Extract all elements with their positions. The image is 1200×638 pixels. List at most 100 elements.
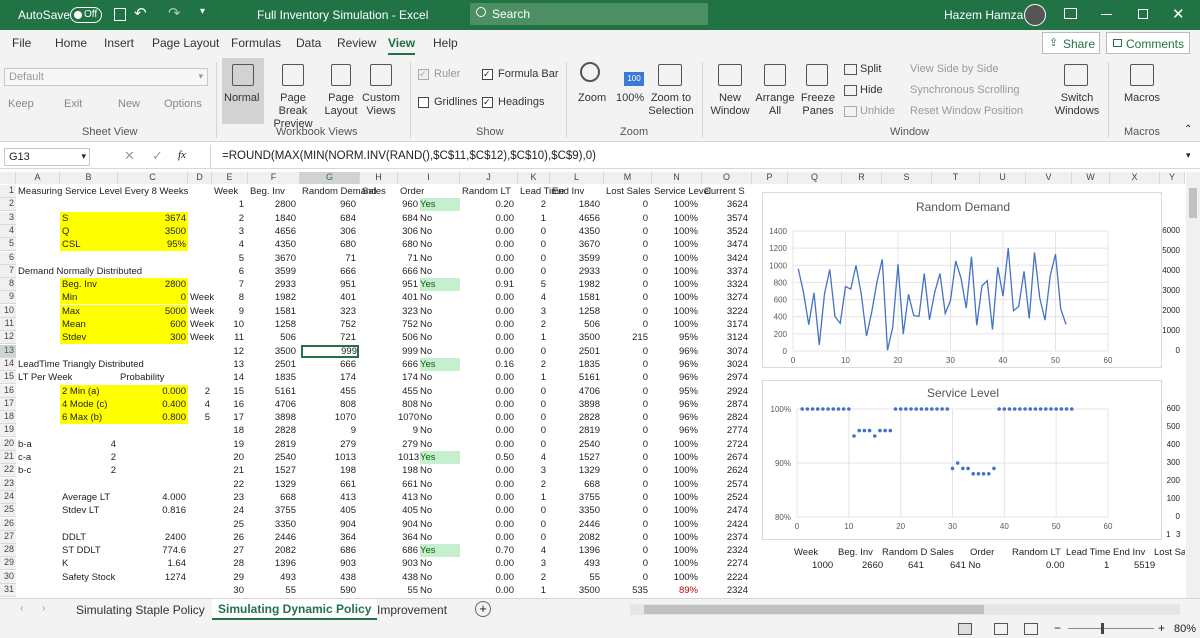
table-cell[interactable]: 3274 [702, 291, 748, 304]
summary-value[interactable]: 1 [1104, 559, 1109, 572]
column-header-d[interactable]: D [188, 172, 212, 184]
table-cell[interactable]: 100% [652, 252, 698, 265]
parameter-cell[interactable]: 3500 [118, 224, 188, 238]
table-cell[interactable]: 19 [212, 438, 244, 451]
table-cell[interactable]: 96% [652, 424, 698, 437]
table-cell[interactable]: 0 [604, 398, 648, 411]
row-header[interactable]: 27 [0, 530, 16, 544]
row-header[interactable]: 30 [0, 570, 16, 584]
zoom-out-icon[interactable]: − [1054, 621, 1061, 635]
table-cell[interactable]: 3624 [702, 198, 748, 211]
table-cell[interactable]: 2 [518, 198, 546, 211]
tab-file[interactable]: File [12, 36, 31, 50]
table-cell[interactable]: 506 [398, 331, 418, 344]
table-cell[interactable]: 3224 [702, 305, 748, 318]
hide-label[interactable]: Hide [860, 84, 883, 96]
table-cell[interactable]: 4706 [248, 398, 296, 411]
table-cell[interactable]: 7 [212, 278, 244, 291]
table-cell[interactable]: 15 [212, 385, 244, 398]
summary-value[interactable]: 5519 [1134, 559, 1155, 572]
table-cell[interactable]: 4350 [248, 238, 296, 251]
parameter-cell[interactable]: 300 [118, 331, 188, 345]
table-cell[interactable]: 100% [652, 305, 698, 318]
share-button[interactable]: ⇪ Share [1042, 32, 1100, 54]
parameter-cell[interactable]: 4 Mode (c) [60, 397, 118, 411]
table-header[interactable]: Week [214, 185, 238, 198]
table-cell[interactable]: 3024 [702, 358, 748, 371]
table-cell[interactable]: 438 [300, 571, 356, 584]
table-cell[interactable]: 0 [518, 225, 546, 238]
row-header[interactable]: 23 [0, 477, 16, 491]
table-cell[interactable]: 0.00 [460, 398, 515, 411]
row-header[interactable]: 14 [0, 357, 16, 371]
table-cell[interactable]: 808 [398, 398, 418, 411]
table-cell[interactable]: 2 [518, 318, 546, 331]
table-cell[interactable]: 2082 [248, 544, 296, 557]
table-cell[interactable]: 1 [212, 198, 244, 211]
table-cell[interactable]: 684 [300, 212, 356, 225]
parameter-cell[interactable]: 2 [190, 385, 210, 398]
table-cell[interactable]: 0 [604, 451, 648, 464]
table-cell[interactable]: 0 [604, 371, 648, 384]
table-cell[interactable]: 0.00 [460, 238, 515, 251]
table-cell[interactable]: 0 [518, 238, 546, 251]
parameter-cell[interactable]: Q [60, 224, 118, 238]
formula-bar-checkbox[interactable]: ✓ [482, 69, 493, 80]
table-cell[interactable]: 0.00 [460, 491, 515, 504]
new-window-icon[interactable] [718, 64, 742, 86]
gridlines-checkbox[interactable] [418, 97, 429, 108]
column-header-i[interactable]: I [398, 172, 460, 184]
table-cell[interactable]: 4 [518, 544, 546, 557]
column-header-b[interactable]: B [60, 172, 118, 184]
table-cell[interactable]: 100% [652, 278, 698, 291]
table-cell[interactable]: 2082 [550, 531, 600, 544]
insert-function-icon[interactable]: fx [178, 149, 186, 161]
row-header[interactable]: 31 [0, 584, 16, 597]
table-cell[interactable]: 0.00 [460, 331, 515, 344]
collapse-ribbon-icon[interactable]: ⌃ [1184, 124, 1192, 135]
table-cell[interactable]: 721 [300, 331, 356, 344]
table-cell[interactable]: 1396 [248, 557, 296, 570]
table-cell[interactable]: No [420, 318, 460, 331]
column-header-m[interactable]: M [604, 172, 652, 184]
table-cell[interactable]: 96% [652, 398, 698, 411]
table-cell[interactable]: No [420, 212, 460, 225]
column-header-j[interactable]: J [460, 172, 518, 184]
table-cell[interactable]: No [420, 518, 460, 531]
table-cell[interactable]: 0 [604, 198, 648, 211]
table-cell[interactable]: 2819 [550, 424, 600, 437]
table-cell[interactable]: 2 [518, 571, 546, 584]
table-header[interactable]: Current S [704, 185, 745, 198]
table-cell[interactable]: 1396 [550, 544, 600, 557]
table-cell[interactable]: 2624 [702, 464, 748, 477]
parameter-cell[interactable]: Demand Normally Distributed [18, 265, 142, 278]
table-cell[interactable]: 0.00 [460, 265, 515, 278]
table-cell[interactable]: No [420, 371, 460, 384]
table-cell[interactable]: 23 [212, 491, 244, 504]
table-cell[interactable]: 3755 [550, 491, 600, 504]
table-cell[interactable]: 2819 [248, 438, 296, 451]
table-cell[interactable]: No [420, 345, 460, 358]
undo-icon[interactable]: ↶ [134, 4, 147, 22]
row-header[interactable]: 13 [0, 344, 16, 358]
cancel-icon[interactable]: ✕ [124, 148, 135, 164]
custom-views-label[interactable]: Custom Views [360, 92, 402, 118]
table-cell[interactable]: 668 [248, 491, 296, 504]
column-header-r[interactable]: R [842, 172, 882, 184]
table-cell[interactable]: 100% [652, 504, 698, 517]
table-cell[interactable]: 684 [398, 212, 418, 225]
freeze-panes-icon[interactable] [806, 64, 828, 86]
table-cell[interactable]: 4706 [550, 385, 600, 398]
table-cell[interactable]: 2224 [702, 571, 748, 584]
switch-windows-icon[interactable] [1064, 64, 1088, 86]
unhide-icon[interactable] [844, 106, 857, 117]
row-header[interactable]: 7 [0, 264, 16, 278]
table-cell[interactable]: No [420, 385, 460, 398]
save-icon[interactable] [114, 8, 126, 21]
table-cell[interactable]: 0 [604, 291, 648, 304]
table-cell[interactable]: 960 [398, 198, 418, 211]
parameter-cell[interactable]: Beg. Inv [60, 278, 118, 292]
avatar[interactable] [1024, 4, 1046, 26]
name-box[interactable]: G13 ▾ [4, 148, 90, 166]
hide-icon[interactable] [844, 85, 857, 96]
